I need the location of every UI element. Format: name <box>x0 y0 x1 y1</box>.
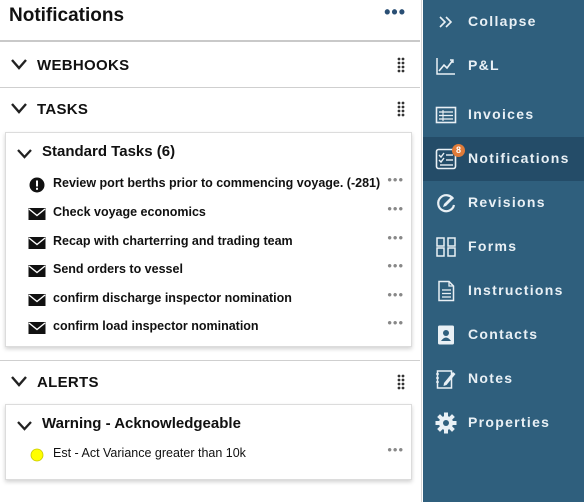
task-text: Review port berths prior to commencing v… <box>53 176 381 190</box>
row-more-button[interactable]: ••• <box>387 442 404 457</box>
row-more-button[interactable]: ••• <box>387 230 404 245</box>
sidebar-item-forms[interactable]: Forms <box>423 225 584 269</box>
forms-icon <box>436 237 456 257</box>
drag-handle-icon[interactable] <box>396 56 406 74</box>
sidebar-item-label: P&L <box>468 57 500 73</box>
drag-handle-icon[interactable] <box>396 100 406 118</box>
sidebar-item-label: Collapse <box>468 13 537 29</box>
revisions-icon <box>437 194 456 213</box>
chevron-down-icon[interactable] <box>16 147 33 160</box>
sidebar-item-instructions[interactable]: Instructions <box>423 269 584 313</box>
envelope-icon <box>28 208 46 220</box>
sidebar-item-label: Revisions <box>468 194 546 210</box>
sidebar-item-revisions[interactable]: Revisions <box>423 181 584 225</box>
notifications-panel: Notifications ••• WEBHOOKS TASKS Standar… <box>0 0 422 502</box>
section-alerts[interactable]: ALERTS <box>0 360 420 404</box>
warning-card: Warning - Acknowledgeable Est - Act Vari… <box>5 404 412 480</box>
row-more-button[interactable]: ••• <box>387 258 404 273</box>
task-item[interactable]: confirm discharge inspector nomination •… <box>28 287 408 311</box>
section-webhooks[interactable]: WEBHOOKS <box>0 44 420 88</box>
chevron-down-icon[interactable] <box>10 57 28 71</box>
task-text: Recap with charterring and trading team <box>53 234 293 248</box>
task-item[interactable]: Recap with charterring and trading team … <box>28 230 408 254</box>
row-more-button[interactable]: ••• <box>387 315 404 330</box>
envelope-icon <box>28 322 46 334</box>
sidebar-item-notes[interactable]: Notes <box>423 357 584 401</box>
line-chart-icon <box>436 58 455 75</box>
page-title: Notifications <box>9 5 125 26</box>
invoice-icon <box>435 106 457 124</box>
section-label: TASKS <box>37 101 89 118</box>
chevron-down-icon[interactable] <box>10 101 28 115</box>
group-title: Warning - Acknowledgeable <box>42 415 241 432</box>
sidebar-item-label: Invoices <box>468 106 535 122</box>
notification-count-badge: 8 <box>452 144 465 157</box>
task-item[interactable]: Review port berths prior to commencing v… <box>28 172 408 196</box>
gear-icon <box>435 412 457 434</box>
section-tasks[interactable]: TASKS <box>0 88 420 132</box>
alert-text: Est - Act Variance greater than 10k <box>53 446 246 460</box>
task-item[interactable]: Check voyage economics ••• <box>28 201 408 225</box>
notes-pencil-icon <box>436 370 456 389</box>
sidebar-item-pnl[interactable]: P&L <box>423 44 584 88</box>
section-label: ALERTS <box>37 374 99 391</box>
drag-handle-icon[interactable] <box>396 373 406 391</box>
envelope-icon <box>28 294 46 306</box>
envelope-icon <box>28 237 46 249</box>
document-icon <box>438 280 455 302</box>
task-text: Send orders to vessel <box>53 262 183 276</box>
sidebar-item-label: Instructions <box>468 282 564 298</box>
sidebar-item-label: Contacts <box>468 326 539 342</box>
chevron-down-icon[interactable] <box>16 419 33 432</box>
sidebar-item-invoices[interactable]: Invoices <box>423 93 584 137</box>
task-item[interactable]: confirm load inspector nomination ••• <box>28 315 408 339</box>
alert-item[interactable]: Est - Act Variance greater than 10k ••• <box>28 442 408 466</box>
sidebar-item-collapse[interactable]: Collapse <box>423 0 584 44</box>
sidebar-item-label: Forms <box>468 238 518 254</box>
sidebar-item-notifications[interactable]: 8 Notifications <box>423 137 584 181</box>
sidebar-item-properties[interactable]: Properties <box>423 401 584 445</box>
double-chevron-right-icon <box>439 16 453 28</box>
row-more-button[interactable]: ••• <box>387 287 404 302</box>
sidebar-item-label: Notifications <box>468 150 570 166</box>
group-title: Standard Tasks (6) <box>42 143 176 160</box>
sidebar-item-contacts[interactable]: Contacts <box>423 313 584 357</box>
sidebar-item-label: Properties <box>468 414 551 430</box>
task-item[interactable]: Send orders to vessel ••• <box>28 258 408 282</box>
standard-tasks-card: Standard Tasks (6) Review port berths pr… <box>5 132 412 347</box>
row-more-button[interactable]: ••• <box>387 201 404 216</box>
contact-card-icon <box>438 325 454 345</box>
envelope-icon <box>28 265 46 277</box>
task-text: confirm discharge inspector nomination <box>53 291 292 305</box>
sidebar-item-label: Notes <box>468 370 514 386</box>
alert-icon <box>29 177 45 193</box>
more-options-button[interactable]: ••• <box>384 2 406 23</box>
row-more-button[interactable]: ••• <box>387 172 404 187</box>
yellow-dot-icon <box>30 448 44 462</box>
task-text: Check voyage economics <box>53 205 206 219</box>
chevron-down-icon[interactable] <box>10 374 28 388</box>
section-label: WEBHOOKS <box>37 57 130 74</box>
task-text: confirm load inspector nomination <box>53 319 259 333</box>
right-sidebar: Collapse P&L Invoices 8 Notifications Re… <box>423 0 584 502</box>
panel-header: Notifications ••• <box>0 0 420 42</box>
